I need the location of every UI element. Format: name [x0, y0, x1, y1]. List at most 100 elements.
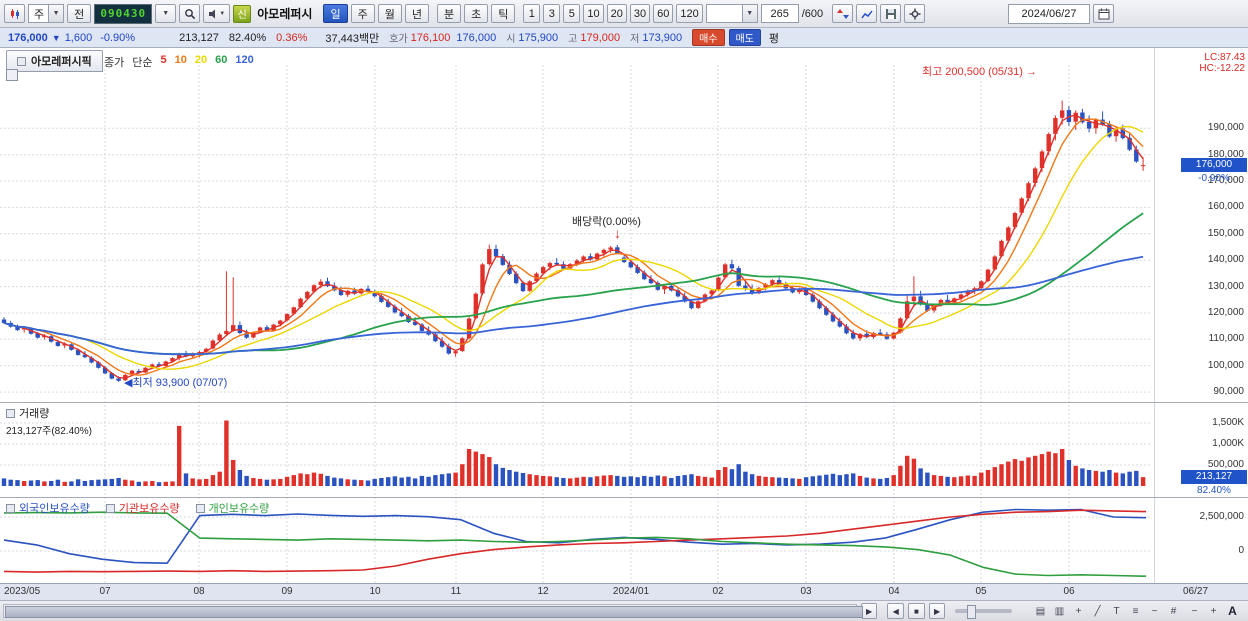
- turnover-pct: 0.36%: [276, 31, 308, 44]
- price-change: 1,600: [64, 31, 93, 44]
- text-tool-icon[interactable]: T: [1108, 603, 1125, 619]
- trendline-tool-icon[interactable]: ╱: [1089, 603, 1106, 619]
- period-month-button[interactable]: 월: [377, 4, 402, 23]
- crosshair-tool-icon[interactable]: +: [1070, 603, 1087, 619]
- search-button[interactable]: [179, 4, 201, 23]
- legend-toggle-icon[interactable]: [6, 69, 18, 81]
- volume-value: 213,127: [179, 31, 219, 44]
- pane-divider[interactable]: [0, 402, 1248, 403]
- high-price: 179,000: [580, 31, 621, 44]
- scrollbar-thumb[interactable]: [5, 606, 863, 618]
- chart-title-tab[interactable]: 아모레퍼시픽: [6, 50, 103, 72]
- chevron-down-icon: ▼: [219, 10, 226, 17]
- period-second-button[interactable]: 초: [464, 4, 489, 23]
- split-view-tool-icon[interactable]: ▥: [1051, 603, 1068, 619]
- auto-scale-button[interactable]: A: [1224, 603, 1241, 619]
- hoga-label: 호가: [389, 34, 408, 45]
- ma120-legend: 120: [235, 54, 254, 66]
- trade-value: 37,443백만: [325, 32, 380, 45]
- avg-button[interactable]: 평: [769, 30, 779, 46]
- period-day-button[interactable]: 일: [323, 4, 348, 23]
- slider-thumb[interactable]: [967, 605, 977, 619]
- chevron-down-icon: ▼: [741, 5, 757, 22]
- minute-3-button[interactable]: 3: [543, 4, 561, 23]
- price-change-pct: -0.90%: [100, 31, 136, 44]
- pattern-tool-icon[interactable]: #: [1165, 603, 1182, 619]
- chart-scrollbar[interactable]: [3, 604, 863, 618]
- volume-ratio: 82.40%: [228, 31, 267, 44]
- bid-price: 176,000: [456, 31, 497, 44]
- stock-code-input[interactable]: 090430: [94, 3, 153, 24]
- current-price: 176,000: [8, 31, 48, 44]
- window-icon: [105, 503, 115, 513]
- period-combo[interactable]: 주 ▼: [28, 4, 65, 23]
- period-combo-value: 주: [34, 8, 45, 21]
- bar-count-input[interactable]: 265: [760, 4, 799, 23]
- save-button[interactable]: [880, 4, 902, 23]
- chart-region: [0, 48, 1248, 600]
- zoom-in-button[interactable]: +: [1205, 603, 1222, 619]
- period-minute-button[interactable]: 분: [436, 4, 462, 23]
- minute-1-button[interactable]: 1: [523, 4, 541, 23]
- window-icon: [6, 503, 15, 513]
- ma5-legend: 5: [160, 54, 167, 66]
- indicator-tool-icon[interactable]: ≡: [1127, 603, 1144, 619]
- chart-tab-title: 아모레퍼시픽: [31, 56, 92, 68]
- minute-60-button[interactable]: 60: [653, 4, 674, 23]
- replay-stop-button[interactable]: ■: [908, 603, 925, 619]
- ma10-legend: 10: [174, 54, 187, 66]
- period-year-button[interactable]: 년: [404, 4, 429, 23]
- zoom-out-button[interactable]: −: [1186, 603, 1203, 619]
- open-label: 시: [506, 34, 516, 45]
- minute-5-button[interactable]: 5: [563, 4, 581, 23]
- minute-120-button[interactable]: 120: [676, 4, 703, 23]
- calendar-icon: [1098, 8, 1109, 19]
- ma60-legend: 60: [215, 54, 228, 66]
- high-label: 고: [568, 34, 578, 45]
- replay-play-button[interactable]: ▶: [928, 603, 946, 619]
- chart-plot-area[interactable]: [0, 48, 1248, 600]
- x-axis-strip: [0, 583, 1248, 600]
- window-icon: [17, 56, 26, 66]
- calendar-button[interactable]: [1093, 4, 1114, 23]
- line-chart-icon: [861, 10, 873, 18]
- bottom-control-bar: ▶ ◀ ■ ▶ ▤ ▥ + ╱ T ≡ ~ # − + A: [0, 600, 1248, 621]
- prev-stock-button[interactable]: 전: [67, 4, 92, 23]
- up-down-arrows-icon: [836, 8, 849, 19]
- period-week-button[interactable]: 주: [350, 4, 375, 23]
- foreign-holdings-legend: 외국인보유수량: [19, 503, 90, 515]
- chart-type-button[interactable]: [4, 4, 25, 23]
- replay-back-button[interactable]: ◀: [887, 603, 905, 619]
- bar-total-label: /600: [801, 7, 824, 20]
- save-disk-icon: [885, 8, 896, 19]
- date-input[interactable]: 2024/06/27: [1008, 3, 1090, 24]
- institution-holdings-legend: 기관보유수량: [118, 503, 180, 515]
- compare-button[interactable]: [832, 4, 854, 23]
- stock-name: 아모레퍼시: [257, 7, 313, 21]
- open-price: 175,900: [518, 31, 559, 44]
- range-stats-tool-icon[interactable]: ▤: [1032, 603, 1049, 619]
- minute-30-button[interactable]: 30: [629, 4, 651, 23]
- style-combo[interactable]: ▼: [705, 4, 758, 23]
- line-chart-button[interactable]: [856, 4, 878, 23]
- sell-button[interactable]: 매도: [728, 29, 761, 46]
- period-tick-button[interactable]: 틱: [491, 4, 516, 23]
- ownership-legend: 외국인보유수량 기관보유수량 개인보유수량: [6, 500, 269, 516]
- gear-icon: [909, 8, 921, 19]
- announce-button[interactable]: ▼: [203, 4, 231, 23]
- main-toolbar: 주 ▼ 전 090430 ▼ ▼ 신 아모레퍼시 일 주 월 년 분 초 틱 1…: [0, 0, 1248, 28]
- wave-tool-icon[interactable]: ~: [1146, 603, 1163, 619]
- code-dropdown-button[interactable]: ▼: [155, 4, 177, 23]
- buy-button[interactable]: 매수: [692, 29, 725, 46]
- search-icon: [184, 8, 195, 19]
- ma20-legend: 20: [194, 54, 208, 66]
- minute-20-button[interactable]: 20: [606, 4, 627, 23]
- ask-price: 176,100: [410, 31, 451, 44]
- settings-button[interactable]: [904, 4, 926, 23]
- pane-divider[interactable]: [0, 497, 1248, 498]
- replay-speed-slider[interactable]: [955, 605, 1013, 619]
- minute-10-button[interactable]: 10: [583, 4, 604, 23]
- volume-pane-title: 거래량 213,127주(82.40%): [6, 405, 92, 437]
- scroll-right-button[interactable]: ▶: [860, 603, 878, 619]
- credit-badge: 신: [233, 4, 252, 23]
